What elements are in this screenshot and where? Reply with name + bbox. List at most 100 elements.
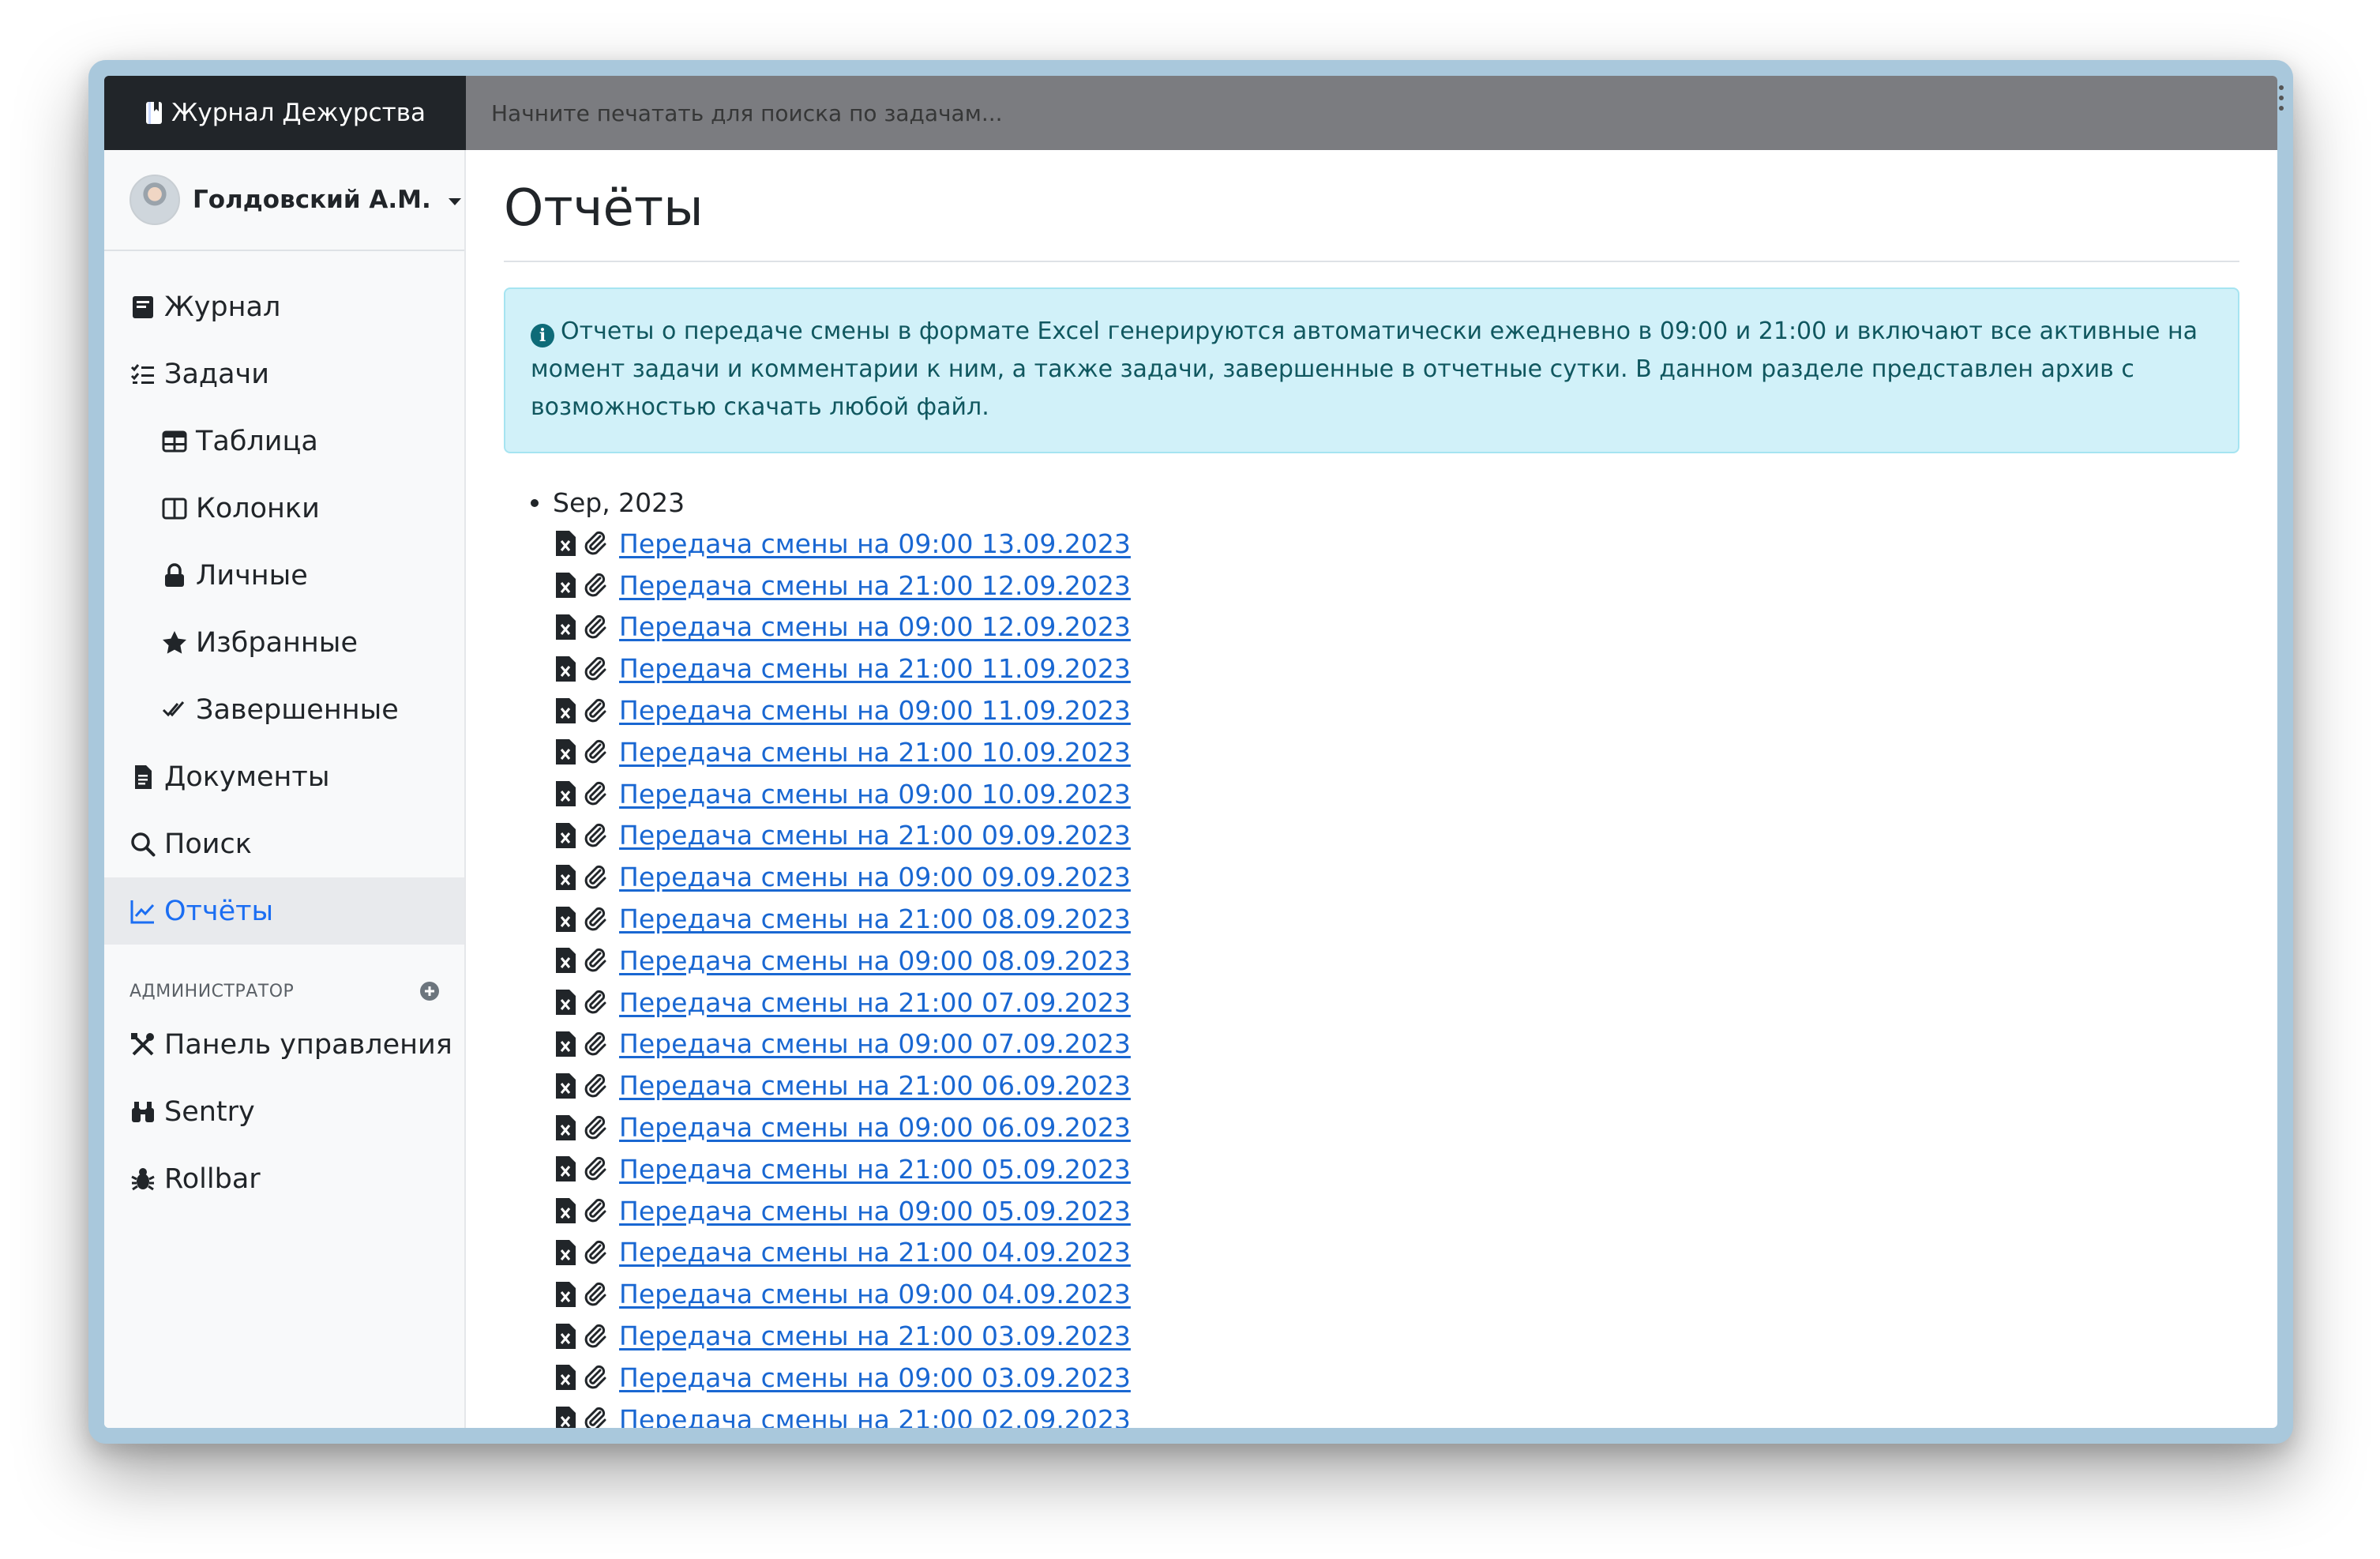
- document-icon: [135, 764, 152, 789]
- archive-month: Sep, 2023: [504, 483, 2239, 523]
- report-file-link[interactable]: Передача смены на 21:00 12.09.2023: [619, 570, 1131, 601]
- top-navbar: Журнал Дежурства: [104, 76, 2277, 150]
- report-file-link[interactable]: Передача смены на 21:00 07.09.2023: [619, 987, 1131, 1018]
- file-excel-icon: [556, 697, 576, 723]
- file-excel-icon: [556, 1239, 576, 1265]
- paperclip-icon: [584, 1366, 606, 1389]
- plus-circle-icon[interactable]: [420, 982, 439, 1001]
- paperclip-icon: [584, 1199, 606, 1223]
- paperclip-icon: [584, 698, 606, 722]
- sidebar-item-rollbar[interactable]: Rollbar: [104, 1145, 464, 1212]
- report-file-link[interactable]: Передача смены на 09:00 03.09.2023: [619, 1362, 1131, 1393]
- brand[interactable]: Журнал Дежурства: [104, 76, 466, 150]
- paperclip-icon: [584, 949, 606, 972]
- report-file-link[interactable]: Передача смены на 09:00 08.09.2023: [619, 945, 1131, 976]
- sidebar-item-sentry[interactable]: Sentry: [104, 1078, 464, 1145]
- report-file-link[interactable]: Передача смены на 09:00 11.09.2023: [619, 695, 1131, 726]
- sidebar-item-personal[interactable]: Личные: [104, 542, 464, 609]
- chevron-down-icon: [448, 197, 461, 205]
- bug-icon: [131, 1167, 155, 1190]
- list-item: Передача смены на 09:00 13.09.2023: [554, 523, 2239, 565]
- search-input[interactable]: [466, 76, 2277, 150]
- paperclip-icon: [584, 1240, 606, 1264]
- table-icon: [162, 430, 187, 452]
- user-menu[interactable]: Голдовский А.М.: [104, 150, 464, 251]
- file-excel-icon: [556, 948, 576, 974]
- file-excel-icon: [556, 781, 576, 807]
- sidebar-item-label: Завершенные: [196, 693, 399, 726]
- archive-month-label: Sep, 2023: [553, 487, 685, 518]
- app-window: Журнал Дежурства Голдовский А.М. Журнал …: [104, 76, 2277, 1428]
- report-file-link[interactable]: Передача смены на 09:00 12.09.2023: [619, 611, 1131, 642]
- sidebar-item-label: Избранные: [196, 626, 358, 659]
- report-file-link[interactable]: Передача смены на 21:00 06.09.2023: [619, 1070, 1131, 1101]
- report-file-link[interactable]: Передача смены на 21:00 02.09.2023: [619, 1404, 1131, 1428]
- report-file-link[interactable]: Передача смены на 09:00 04.09.2023: [619, 1279, 1131, 1309]
- sidebar-item-label: Поиск: [164, 828, 252, 860]
- list-item: Передача смены на 21:00 07.09.2023: [554, 982, 2239, 1024]
- report-file-link[interactable]: Передача смены на 21:00 09.09.2023: [619, 820, 1131, 851]
- paperclip-icon: [584, 532, 606, 555]
- report-file-link[interactable]: Передача смены на 09:00 07.09.2023: [619, 1028, 1131, 1059]
- sidebar-item-search[interactable]: Поиск: [104, 810, 464, 877]
- sidebar-item-table[interactable]: Таблица: [104, 408, 464, 475]
- paperclip-icon: [584, 823, 606, 847]
- star-icon: [163, 630, 186, 654]
- sidebar-item-control-panel[interactable]: Панель управления: [104, 1011, 464, 1078]
- journal-bookmark-icon: [146, 102, 163, 124]
- report-file-link[interactable]: Передача смены на 21:00 05.09.2023: [619, 1154, 1131, 1185]
- list-item: Передача смены на 09:00 12.09.2023: [554, 607, 2239, 648]
- report-file-link[interactable]: Передача смены на 21:00 08.09.2023: [619, 903, 1131, 934]
- sidebar-item-label: Документы: [164, 761, 330, 793]
- sidebar-item-tasks[interactable]: Задачи: [104, 340, 464, 408]
- file-list: Передача смены на 09:00 13.09.2023 Переда…: [504, 523, 2239, 1428]
- lock-icon: [165, 562, 184, 587]
- sidebar-item-documents[interactable]: Документы: [104, 743, 464, 810]
- list-item: Передача смены на 21:00 03.09.2023: [554, 1315, 2239, 1357]
- binoculars-icon: [132, 1101, 154, 1122]
- sidebar-item-label: Отчёты: [164, 895, 274, 927]
- list-item: Передача смены на 21:00 06.09.2023: [554, 1065, 2239, 1106]
- list-item: Передача смены на 09:00 03.09.2023: [554, 1357, 2239, 1399]
- sidebar-item-favorites[interactable]: Избранные: [104, 609, 464, 676]
- page-title: Отчёты: [504, 179, 704, 238]
- file-excel-icon: [556, 1073, 576, 1099]
- report-file-link[interactable]: Передача смены на 09:00 13.09.2023: [619, 528, 1131, 559]
- sidebar-item-label: Журнал: [164, 291, 281, 323]
- list-item: Передача смены на 21:00 11.09.2023: [554, 648, 2239, 689]
- report-file-link[interactable]: Передача смены на 21:00 10.09.2023: [619, 737, 1131, 768]
- file-excel-icon: [556, 573, 576, 599]
- sidebar-item-label: Таблица: [196, 425, 318, 457]
- list-item: Передача смены на 09:00 04.09.2023: [554, 1273, 2239, 1315]
- report-file-link[interactable]: Передача смены на 21:00 03.09.2023: [619, 1320, 1131, 1351]
- file-excel-icon: [556, 531, 576, 557]
- file-excel-icon: [556, 1156, 576, 1182]
- report-file-link[interactable]: Передача смены на 21:00 04.09.2023: [619, 1237, 1131, 1268]
- file-excel-icon: [556, 864, 576, 890]
- report-file-link[interactable]: Передача смены на 09:00 10.09.2023: [619, 779, 1131, 810]
- report-file-link[interactable]: Передача смены на 09:00 05.09.2023: [619, 1196, 1131, 1227]
- sidebar-item-label: Колонки: [196, 492, 320, 524]
- file-excel-icon: [556, 656, 576, 682]
- sidebar-item-completed[interactable]: Завершенные: [104, 676, 464, 743]
- info-icon: i: [531, 324, 554, 347]
- file-excel-icon: [556, 1031, 576, 1057]
- paperclip-icon: [584, 1282, 606, 1306]
- sidebar-nav: Журнал Задачи Таблица Колонки Личные Изб…: [104, 251, 464, 1212]
- tools-icon: [131, 1032, 154, 1055]
- report-file-link[interactable]: Передача смены на 21:00 11.09.2023: [619, 653, 1131, 684]
- report-file-link[interactable]: Передача смены на 09:00 09.09.2023: [619, 862, 1131, 892]
- window-grip-icon[interactable]: [2279, 85, 2284, 111]
- paperclip-icon: [584, 573, 606, 597]
- report-file-link[interactable]: Передача смены на 09:00 06.09.2023: [619, 1112, 1131, 1143]
- list-item: Передача смены на 09:00 10.09.2023: [554, 773, 2239, 815]
- file-excel-icon: [556, 822, 576, 848]
- list-item: Передача смены на 21:00 10.09.2023: [554, 731, 2239, 773]
- file-excel-icon: [556, 1323, 576, 1349]
- paperclip-icon: [584, 740, 606, 764]
- file-excel-icon: [556, 1281, 576, 1307]
- file-excel-icon: [556, 614, 576, 640]
- sidebar-item-journal[interactable]: Журнал: [104, 273, 464, 340]
- sidebar-item-reports[interactable]: Отчёты: [104, 877, 464, 945]
- sidebar-item-columns[interactable]: Колонки: [104, 475, 464, 542]
